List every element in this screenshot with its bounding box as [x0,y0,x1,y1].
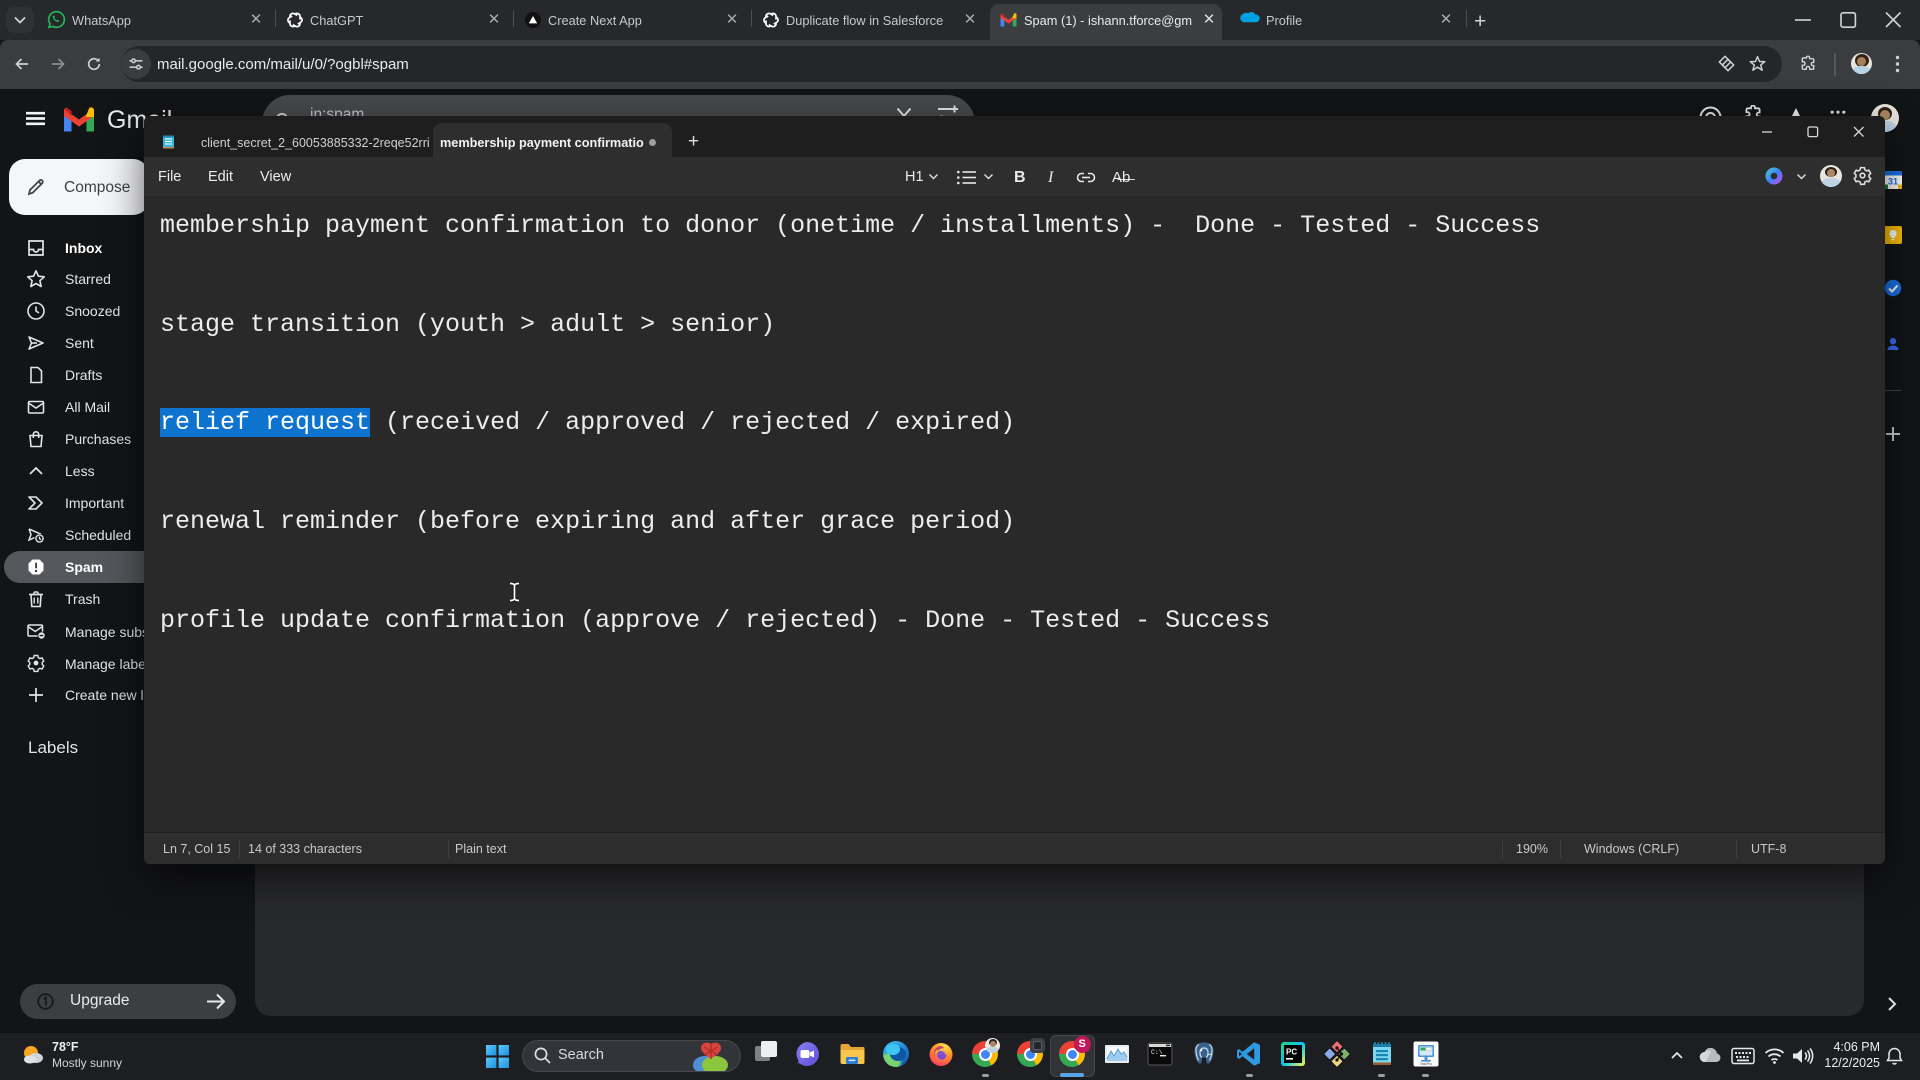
svg-text:C:\: C:\ [1151,1049,1163,1056]
svg-text:31: 31 [1888,176,1898,186]
svg-text:PC: PC [1286,1048,1297,1057]
svg-text:TaskPro: TaskPro [1420,1062,1432,1066]
